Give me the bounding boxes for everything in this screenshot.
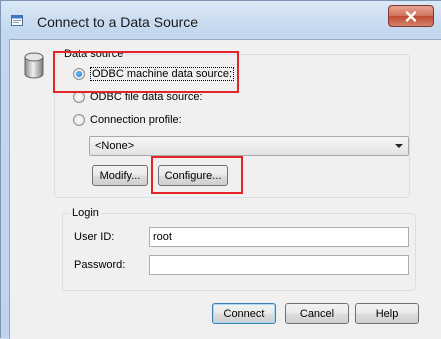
window-title: Connect to a Data Source — [37, 14, 199, 30]
configure-button-label: Configure... — [164, 169, 222, 182]
odbc-machine-radio[interactable] — [73, 68, 85, 80]
cancel-button[interactable]: Cancel — [285, 303, 349, 324]
user-id-field[interactable]: root — [149, 227, 409, 247]
connection-profile-label: Connection profile: — [90, 114, 182, 126]
configure-button[interactable]: Configure... — [158, 165, 228, 186]
odbc-file-option[interactable]: ODBC file data source: — [73, 89, 203, 105]
chevron-down-icon — [395, 144, 403, 148]
window-icon — [11, 15, 23, 26]
connection-profile-option[interactable]: Connection profile: — [73, 112, 182, 128]
dialog-window: Connect to a Data Source Data source ODB… — [0, 0, 441, 339]
close-button[interactable] — [388, 5, 434, 27]
odbc-file-radio[interactable] — [73, 91, 85, 103]
odbc-machine-label: ODBC machine data source: — [90, 67, 235, 81]
connection-profile-value: <None> — [95, 140, 135, 152]
data-source-legend: Data source — [62, 48, 126, 61]
close-icon — [405, 10, 417, 22]
user-id-value: root — [153, 231, 172, 243]
connection-profile-select[interactable]: <None> — [89, 136, 409, 156]
database-icon — [24, 52, 44, 79]
password-field[interactable] — [149, 255, 409, 275]
connect-button[interactable]: Connect — [212, 303, 276, 324]
odbc-file-label: ODBC file data source: — [90, 91, 203, 103]
help-button[interactable]: Help — [355, 303, 419, 324]
dialog-body: Data source ODBC machine data source: OD… — [9, 39, 441, 339]
user-id-label: User ID: — [74, 231, 115, 243]
cancel-button-label: Cancel — [299, 307, 335, 320]
connect-button-label: Connect — [223, 307, 265, 320]
title-bar[interactable]: Connect to a Data Source — [1, 1, 441, 39]
modify-button[interactable]: Modify... — [92, 165, 148, 186]
modify-button-label: Modify... — [99, 169, 141, 182]
login-legend: Login — [70, 207, 101, 220]
odbc-machine-option[interactable]: ODBC machine data source: — [73, 66, 235, 82]
login-group: Login — [62, 207, 416, 291]
password-label: Password: — [74, 259, 126, 271]
connection-profile-radio[interactable] — [73, 114, 85, 126]
help-button-label: Help — [375, 307, 399, 320]
